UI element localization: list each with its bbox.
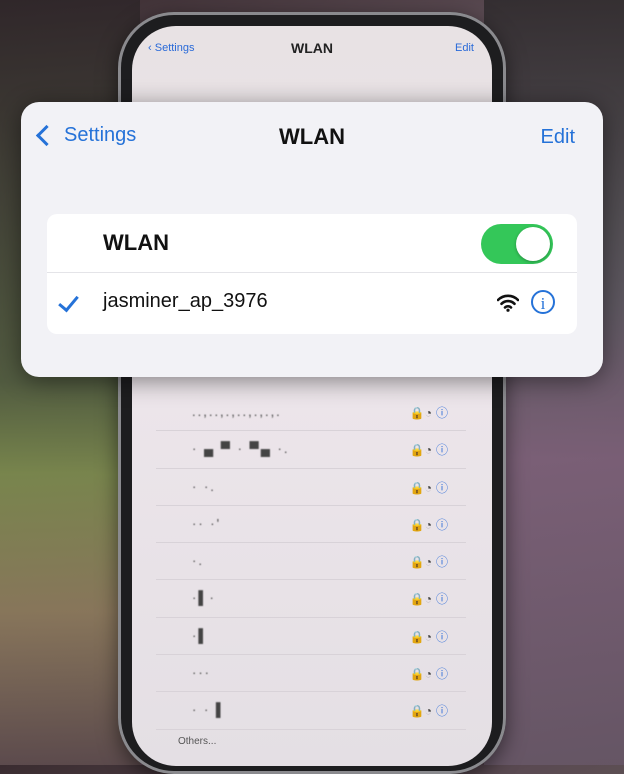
edit-button[interactable]: Edit	[541, 126, 575, 149]
phone-network-icons: 🔒◔ ⓘ	[410, 702, 448, 719]
wlan-toggle-row: WLAN	[47, 214, 577, 273]
lock-icon: 🔒	[409, 406, 425, 420]
phone-network-icons: 🔒◔ ⓘ	[410, 665, 448, 682]
phone-network-icons: 🔒◔ ⓘ	[410, 516, 448, 533]
lock-icon: 🔒	[409, 555, 425, 570]
lock-icon: 🔒	[409, 480, 425, 495]
wifi-icon: ◔	[424, 480, 432, 495]
lock-icon: 🔒	[409, 443, 425, 458]
phone-network-ssid: ·.	[192, 553, 204, 569]
phone-network-ssid: ·· ·'	[192, 515, 222, 531]
phone-network-ssid: ·▌·	[192, 590, 216, 606]
phone-network-icons: 🔒◔ ⓘ	[410, 553, 448, 570]
phone-network-row[interactable]: ·▌· 🔒◔ ⓘ	[156, 580, 466, 618]
lock-icon: 🔒	[409, 704, 425, 719]
phone-nav-title: WLAN	[291, 40, 333, 56]
lock-icon: 🔒	[409, 629, 425, 644]
phone-network-row[interactable]: ··· 🔒◔ ⓘ	[156, 655, 466, 693]
info-icon[interactable]: ⓘ	[436, 667, 448, 681]
lock-icon: 🔒	[409, 592, 425, 607]
checkmark-icon	[58, 290, 79, 313]
wifi-icon: ◔	[424, 704, 432, 719]
connected-network-name: jasminer_ap_3976	[103, 290, 268, 312]
info-icon[interactable]: ⓘ	[436, 555, 448, 569]
phone-network-ssid: · ·.	[192, 478, 216, 494]
phone-network-ssid: ·▌	[192, 627, 210, 643]
wifi-icon: ◔	[424, 592, 432, 607]
phone-network-ssid: ..,..,.,..,.,.,.	[192, 404, 282, 419]
wifi-icon: ◔	[424, 406, 432, 420]
phone-network-icons: 🔒◔ ⓘ	[410, 590, 448, 607]
info-icon[interactable]: ⓘ	[436, 481, 448, 495]
phone-network-icons: 🔒◔ ⓘ	[410, 479, 448, 496]
connected-network-row[interactable]: jasminer_ap_3976 i	[47, 272, 577, 334]
wlan-popup-card: Settings WLAN Edit WLAN jasminer_ap_3976…	[21, 102, 603, 377]
wlan-label: WLAN	[103, 230, 169, 255]
phone-network-row[interactable]: · ·. 🔒◔ ⓘ	[156, 469, 466, 506]
phone-network-row[interactable]: ·▌ 🔒◔ ⓘ	[156, 618, 466, 656]
lock-icon: 🔒	[409, 517, 425, 532]
wifi-icon	[497, 294, 519, 312]
phone-network-ssid: · · ▌	[192, 702, 228, 718]
wlan-toggle[interactable]	[481, 224, 553, 264]
phone-network-row[interactable]: · · ▌ 🔒◔ ⓘ	[156, 692, 466, 730]
phone-network-row[interactable]: · ▄ ▀ · ▀▄ ·. 🔒◔ ⓘ	[156, 431, 466, 469]
info-icon[interactable]: ⓘ	[436, 592, 448, 606]
info-icon[interactable]: ⓘ	[436, 406, 448, 420]
wlan-settings-group: WLAN jasminer_ap_3976 i	[47, 214, 577, 334]
wifi-icon: ◔	[424, 443, 432, 458]
phone-others-row[interactable]: Others...	[178, 736, 216, 747]
page-title: WLAN	[279, 124, 345, 149]
info-icon[interactable]: ⓘ	[436, 443, 448, 457]
wifi-icon: ◔	[424, 555, 432, 570]
wifi-icon: ◔	[424, 667, 432, 682]
phone-network-icons: 🔒◔ ⓘ	[410, 441, 448, 458]
phone-network-ssid: · ▄ ▀ · ▀▄ ·.	[192, 441, 290, 457]
phone-network-icons: 🔒◔ ⓘ	[410, 404, 448, 421]
info-icon[interactable]: i	[531, 290, 555, 314]
lock-icon: 🔒	[409, 667, 425, 682]
phone-network-row[interactable]: ·. 🔒◔ ⓘ	[156, 543, 466, 581]
phone-network-row[interactable]: ·· ·' 🔒◔ ⓘ	[156, 506, 466, 544]
phone-network-icons: 🔒◔ ⓘ	[410, 628, 448, 645]
info-icon[interactable]: ⓘ	[436, 518, 448, 532]
toggle-knob	[516, 227, 550, 261]
phone-network-ssid: ···	[192, 665, 211, 681]
phone-network-row[interactable]: ..,..,.,..,.,.,. 🔒◔ ⓘ	[156, 394, 466, 432]
info-icon[interactable]: ⓘ	[436, 704, 448, 718]
phone-edit-button[interactable]: Edit	[455, 42, 474, 54]
wifi-icon: ◔	[424, 517, 432, 532]
phone-network-list: ..,..,.,..,.,.,. 🔒◔ ⓘ · ▄ ▀ · ▀▄ ·. 🔒◔ ⓘ · ·. 🔒…	[156, 394, 466, 730]
wifi-icon: ◔	[424, 629, 432, 644]
info-icon[interactable]: ⓘ	[436, 630, 448, 644]
